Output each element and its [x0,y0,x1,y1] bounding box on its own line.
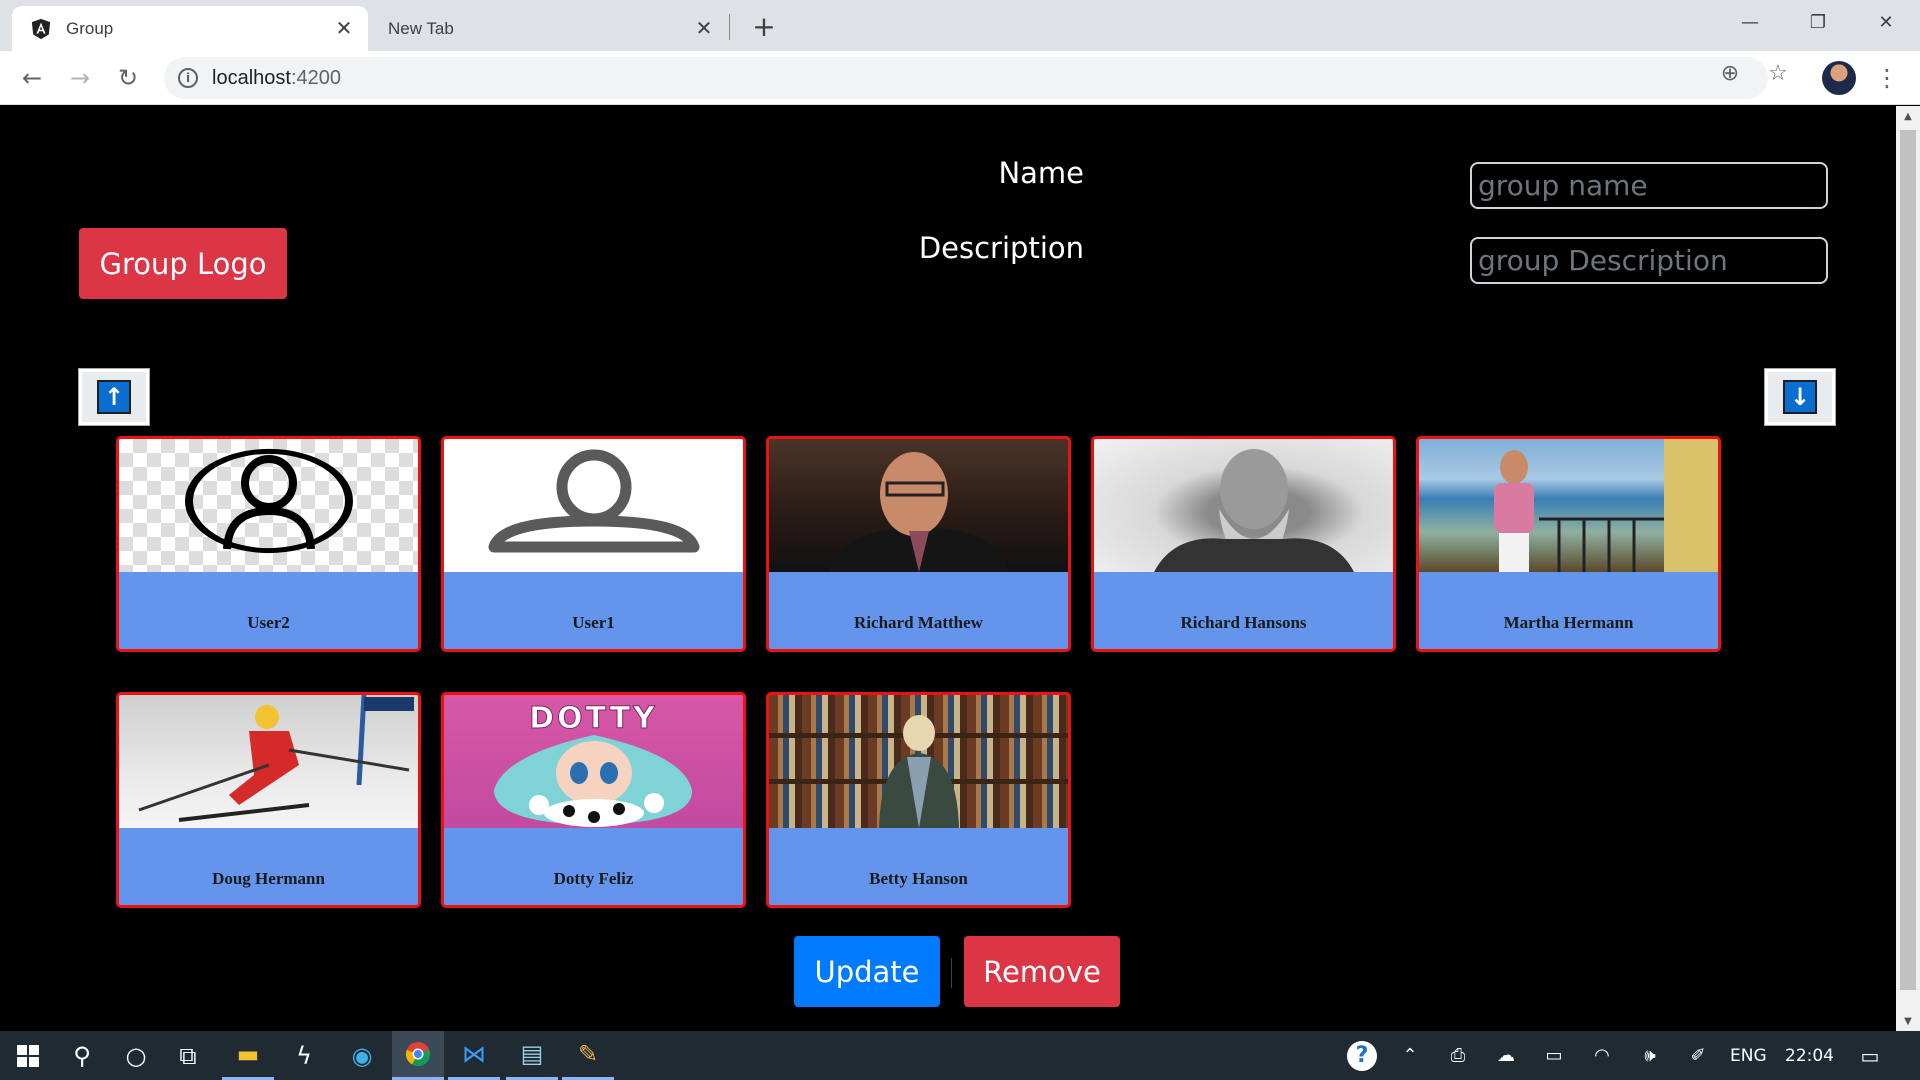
member-card[interactable]: Richard Hansons [1091,436,1396,652]
edge-browser-icon[interactable]: ◉ [336,1031,388,1080]
chrome-icon[interactable] [392,1031,444,1080]
update-button[interactable]: Update [794,936,940,1007]
url-host: localhost [212,66,291,89]
button-divider [951,958,952,988]
notifications-icon[interactable]: ▭ [1844,1031,1896,1080]
tab-divider [729,14,730,40]
group-logo-button[interactable]: Group Logo [79,228,287,299]
user-silhouette-icon [444,439,743,572]
member-card[interactable]: Richard Matthew [766,436,1071,652]
member-name: Betty Hanson [869,869,968,888]
language-indicator[interactable]: ENG [1730,1031,1767,1080]
close-tab-icon[interactable]: ✕ [330,15,358,43]
battery-icon[interactable]: ▭ [1528,1031,1580,1080]
close-tab-icon[interactable]: ✕ [690,15,718,43]
clock[interactable]: 22:04 [1785,1031,1834,1080]
member-photo [769,439,1068,572]
close-window-icon[interactable]: ✕ [1852,0,1920,44]
member-photo [1419,439,1718,572]
member-name: Dotty Feliz [553,869,634,888]
scroll-up-button[interactable]: ↑ [78,368,150,426]
address-bar[interactable]: i localhost:4200 [164,57,1768,99]
up-arrow-icon: ↑ [97,380,131,414]
member-photo [769,695,1068,828]
tab-title: Group [66,18,114,38]
member-card[interactable]: User2 [116,436,421,652]
minimize-icon[interactable]: — [1716,0,1784,44]
tray-chevron-icon[interactable]: ⌃ [1384,1031,1436,1080]
cortana-icon[interactable]: ○ [110,1031,162,1080]
scroll-down-button[interactable]: ↓ [1764,368,1836,426]
forward-arrow-icon[interactable]: → [62,60,98,96]
member-card[interactable]: Doug Hermann [116,692,421,908]
member-photo [1094,439,1393,572]
page-scrollbar[interactable]: ▲ ▼ [1896,106,1920,1031]
description-label: Description [918,231,1084,265]
help-icon[interactable]: ? [1336,1031,1388,1080]
member-name: User2 [247,613,290,632]
angular-logo-icon [31,18,51,39]
url-text: localhost:4200 [212,67,341,90]
new-tab-button[interactable]: + [748,10,780,43]
down-arrow-icon: ↓ [1783,380,1817,414]
tab-title: New Tab [388,18,454,38]
zoom-icon[interactable]: ⊕ [1716,59,1744,87]
volume-icon[interactable]: 🕪 [1624,1031,1676,1080]
member-name: Richard Hansons [1180,613,1307,632]
scroll-up-arrow-icon[interactable]: ▲ [1896,106,1920,126]
name-label: Name [998,156,1084,190]
task-view-icon[interactable]: ⧉ [162,1031,214,1080]
member-grid: User2 User1 Richard Matthew Richard Hans… [116,436,1736,908]
paint-icon[interactable]: ✎ [562,1031,614,1080]
group-page: Group Logo Name Description ↑ ↓ User2 [4,106,1896,1031]
terminal-icon[interactable]: ϟ [278,1031,330,1080]
windows-start-icon[interactable] [2,1031,54,1080]
onedrive-icon[interactable]: ☁ [1480,1031,1532,1080]
notepad-icon[interactable]: ▤ [506,1031,558,1080]
meet-now-icon[interactable]: ⎙ [1432,1031,1484,1080]
remove-button[interactable]: Remove [964,936,1120,1007]
file-explorer-icon[interactable]: ▬ [222,1031,274,1080]
info-icon[interactable]: i [178,68,198,88]
browser-tab-strip: Group ✕ New Tab ✕ + — ❐ ✕ [0,0,1920,51]
member-card[interactable]: DOTTY Dotty Feliz [441,692,746,908]
tab-group[interactable]: Group ✕ [12,6,368,51]
scroll-down-arrow-icon[interactable]: ▼ [1896,1011,1920,1031]
reload-icon[interactable]: ↻ [110,60,146,96]
member-card[interactable]: User1 [441,436,746,652]
group-description-input[interactable] [1470,237,1828,284]
scrollbar-thumb[interactable] [1900,130,1916,990]
browser-toolbar: ← → ↻ i localhost:4200 ⊕ ☆ ⋮ [0,51,1920,105]
wifi-icon[interactable]: ◠ [1576,1031,1628,1080]
back-arrow-icon[interactable]: ← [14,60,50,96]
member-photo: DOTTY [444,695,743,828]
windows-taskbar: ⚲ ○ ⧉ ▬ ϟ ◉ ⋈ ▤ ✎ ? ⌃ ⎙ ☁ ▭ ◠ 🕪 ✐ ENG 22… [0,1031,1920,1080]
member-name: User1 [572,613,615,632]
member-card[interactable]: Betty Hanson [766,692,1071,908]
restore-icon[interactable]: ❐ [1784,0,1852,44]
url-port: :4200 [290,66,341,89]
member-name: Martha Hermann [1503,613,1634,632]
pen-icon[interactable]: ✐ [1672,1031,1724,1080]
bookmark-star-icon[interactable]: ☆ [1764,59,1792,87]
member-name: Richard Matthew [854,613,983,632]
member-name: Doug Hermann [212,869,325,888]
group-name-input[interactable] [1470,162,1828,209]
profile-avatar[interactable] [1822,61,1856,95]
member-photo [119,695,418,828]
search-icon[interactable]: ⚲ [56,1031,108,1080]
more-menu-icon[interactable]: ⋮ [1872,60,1902,96]
user-avatar-icon [119,439,418,572]
tab-new-tab[interactable]: New Tab ✕ [372,6,728,51]
vscode-icon[interactable]: ⋈ [448,1031,500,1080]
member-card[interactable]: Martha Hermann [1416,436,1721,652]
